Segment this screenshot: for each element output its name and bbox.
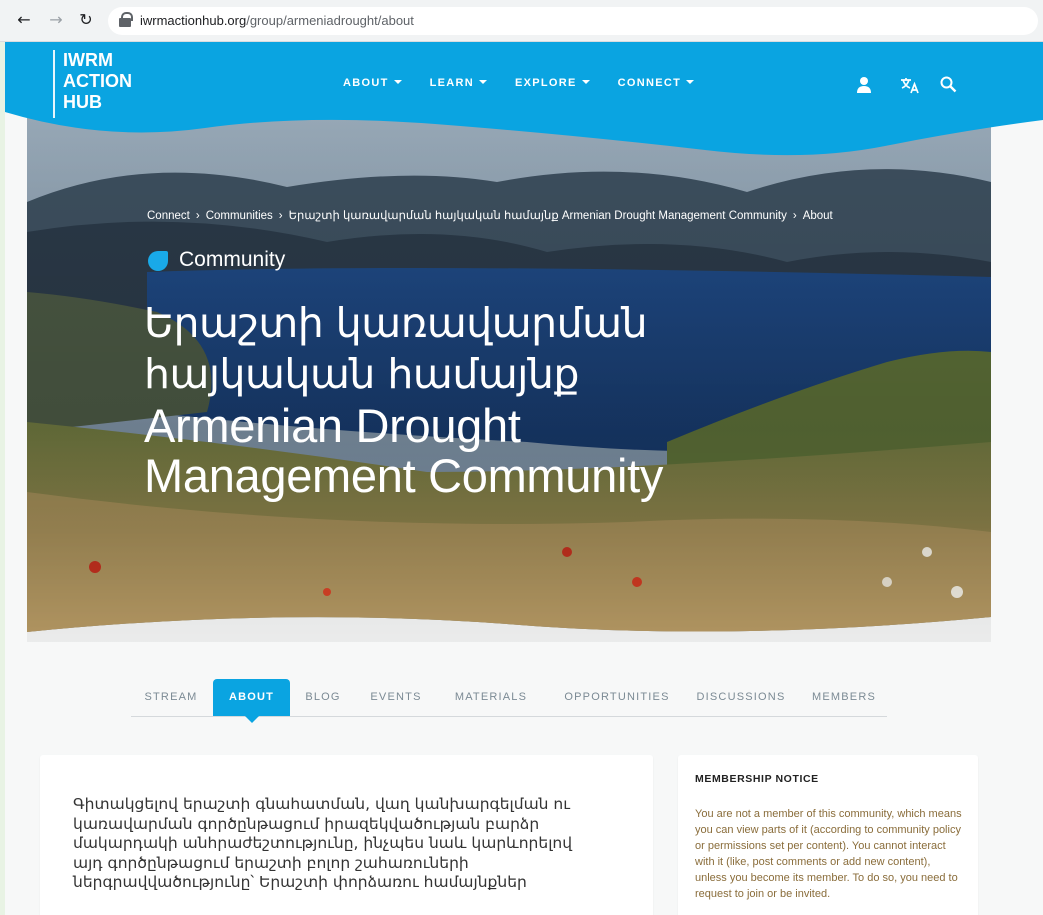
- tab-discussions[interactable]: DISCUSSIONS: [687, 679, 795, 716]
- caret-down-icon: [393, 80, 402, 84]
- translate-icon[interactable]: [900, 76, 920, 94]
- url-text: iwrmactionhub.org/group/armeniadrought/a…: [140, 13, 414, 28]
- forward-arrow-icon[interactable]: →: [46, 10, 66, 30]
- membership-notice-text: You are not a member of this community, …: [695, 808, 962, 900]
- tab-opportunities[interactable]: OPPORTUNITIES: [549, 679, 685, 716]
- nav-connect[interactable]: CONNECT: [618, 77, 695, 89]
- back-arrow-icon[interactable]: ←: [14, 10, 34, 30]
- reload-icon[interactable]: ↻: [76, 10, 96, 30]
- community-tabs: STREAM ABOUT BLOG EVENTS MATERIALS OPPOR…: [131, 679, 887, 723]
- nav-learn[interactable]: LEARN: [430, 77, 487, 89]
- browser-toolbar: ← → ↻ iwrmactionhub.org/group/armeniadro…: [0, 0, 1043, 42]
- user-icon[interactable]: [856, 76, 872, 94]
- site-header: IWRM ACTION HUB ABOUT LEARN EXPLORE CONN…: [5, 42, 1043, 202]
- tab-events[interactable]: EVENTS: [361, 679, 431, 716]
- address-bar[interactable]: iwrmactionhub.org/group/armeniadrought/a…: [108, 7, 1038, 35]
- tab-members[interactable]: MEMBERS: [801, 679, 887, 716]
- breadcrumb-communities[interactable]: Communities: [206, 210, 273, 222]
- page-title-armenian: Երաշտի կառավարման հայկական համայնք: [144, 299, 648, 398]
- membership-notice-heading: MEMBERSHIP NOTICE: [695, 773, 819, 785]
- breadcrumb-about: About: [802, 210, 833, 222]
- content-type-label: Community: [179, 248, 286, 271]
- breadcrumb: Connect › Communities › Երաշտի կառավարման հա…: [147, 210, 833, 222]
- tab-materials[interactable]: MATERIALS: [443, 679, 539, 716]
- caret-down-icon: [581, 80, 590, 84]
- caret-down-icon: [479, 80, 487, 84]
- about-description: Գիտակցելով երաշտի գնահատման, վաղ կանխարգ…: [73, 795, 573, 891]
- tab-stream[interactable]: STREAM: [131, 679, 211, 716]
- breadcrumb-connect[interactable]: Connect: [147, 210, 190, 222]
- header-wave-background: [5, 42, 1043, 156]
- site-page: Connect › Communities › Երաշտի կառավարման հա…: [5, 42, 1043, 915]
- page-title-english: Armenian Drought Management Community: [144, 399, 664, 502]
- lock-icon: [118, 12, 133, 28]
- nav-about[interactable]: ABOUT: [343, 77, 402, 89]
- site-logo[interactable]: IWRM ACTION HUB: [53, 50, 132, 118]
- community-icon: [148, 251, 168, 271]
- tab-about[interactable]: ABOUT: [213, 679, 290, 723]
- main-nav: ABOUT LEARN EXPLORE CONNECT: [343, 77, 722, 89]
- breadcrumb-community[interactable]: Երաշտի կառավարման հայկական համայնք Armen…: [289, 210, 787, 222]
- nav-explore[interactable]: EXPLORE: [515, 77, 590, 89]
- tab-blog[interactable]: BLOG: [293, 679, 353, 716]
- about-content-card: Գիտակցելով երաշտի գնահատման, վաղ կանխարգ…: [40, 755, 653, 915]
- search-icon[interactable]: [940, 76, 957, 93]
- membership-notice-card: MEMBERSHIP NOTICE You are not a member o…: [678, 755, 978, 915]
- caret-down-icon: [686, 80, 695, 84]
